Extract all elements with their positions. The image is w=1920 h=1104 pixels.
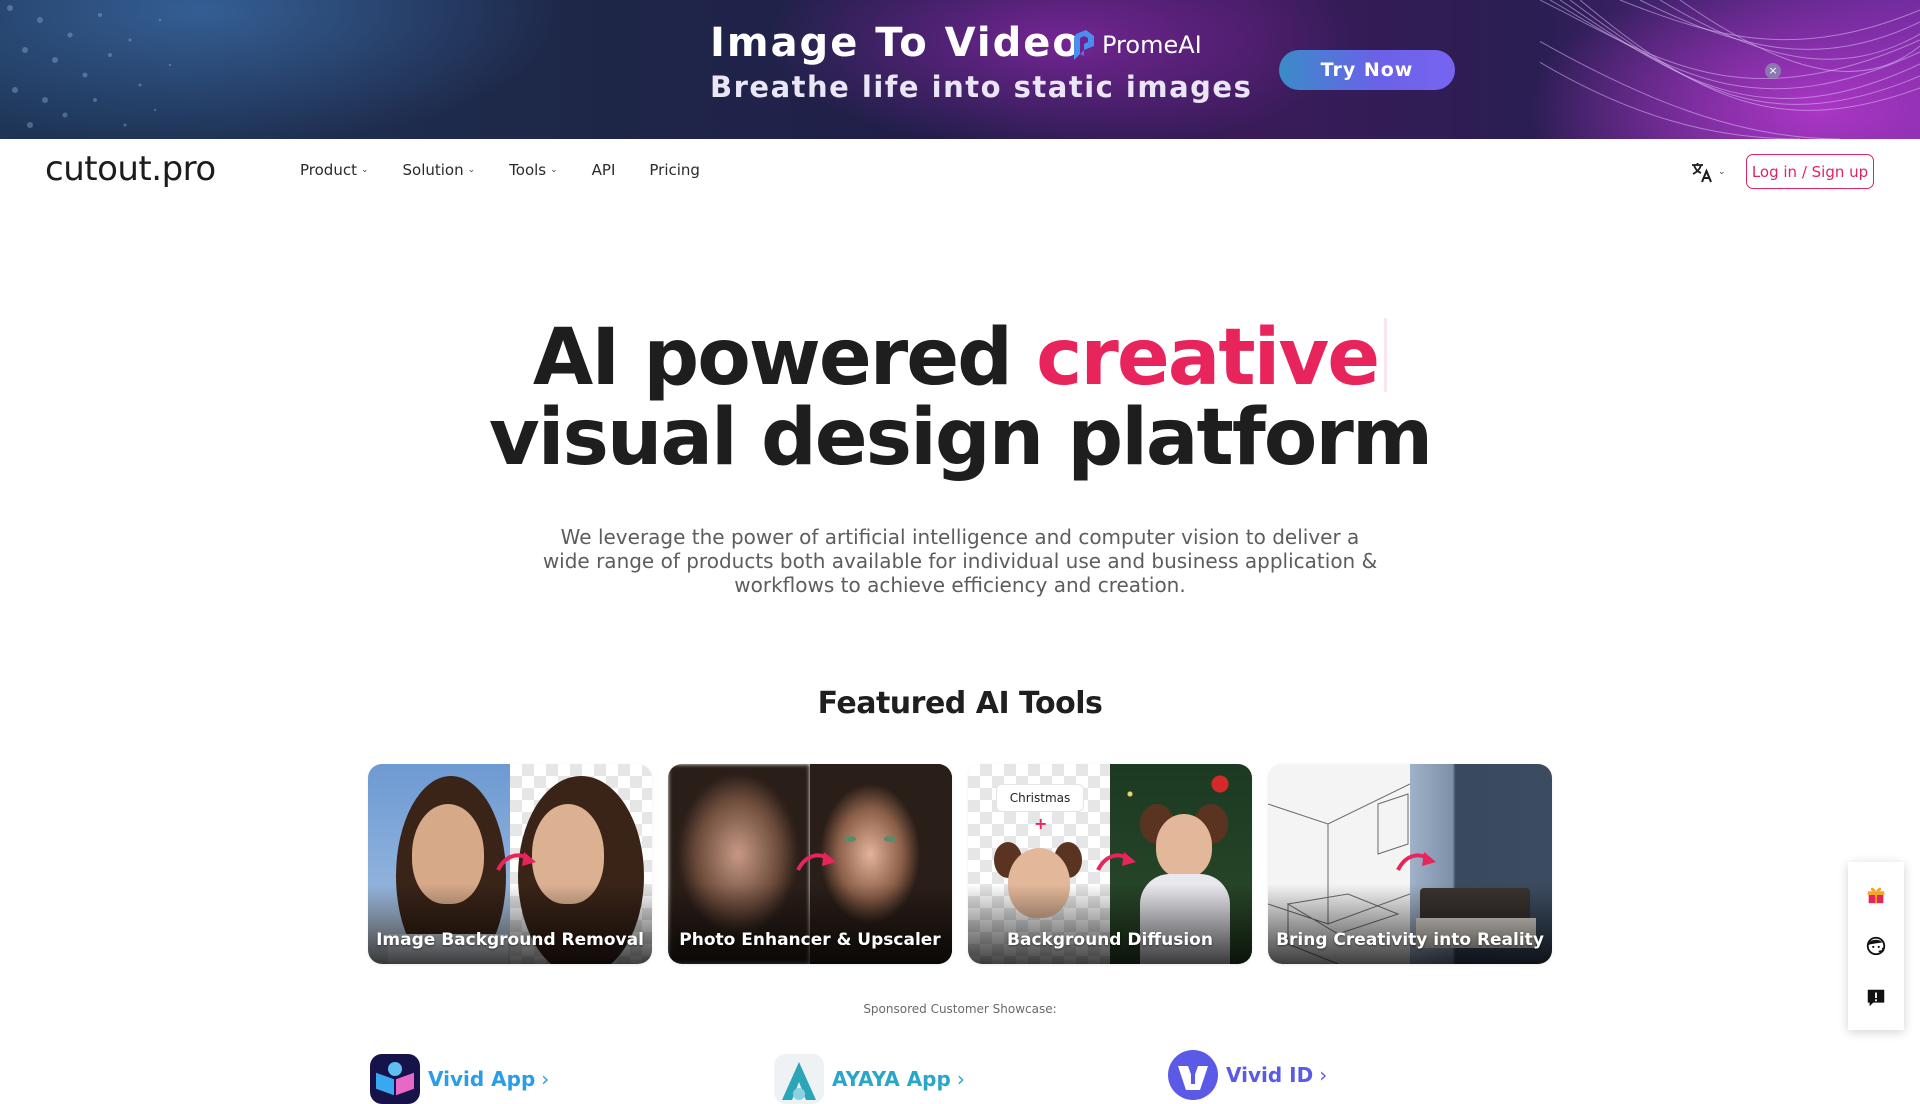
hero-description: We leverage the power of artificial inte…	[542, 525, 1378, 597]
wave-lines-decoration	[1540, 0, 1920, 139]
gift-button[interactable]	[1861, 879, 1891, 909]
nav-api-label: API	[591, 161, 616, 179]
promeai-brand: PromeAI	[1072, 30, 1202, 60]
top-navigation: cutout.pro Product ⌄ Solution ⌄ Tools ⌄ …	[0, 139, 1920, 205]
ayaya-app-link: AYAYA App ›	[832, 1067, 965, 1091]
nav-product[interactable]: Product ⌄	[300, 161, 369, 179]
banner-title: Image To Video	[710, 20, 1082, 66]
cutout-pro-logo[interactable]: cutout.pro	[45, 149, 216, 189]
sponsored-showcase-heading: Sponsored Customer Showcase:	[863, 1002, 1057, 1016]
nav-tools-label: Tools	[509, 161, 547, 179]
promeai-logo-icon	[1074, 30, 1094, 60]
chevron-down-icon: ⌄	[550, 165, 558, 175]
vivid-app-icon	[370, 1054, 420, 1104]
nav-pricing-label: Pricing	[649, 161, 700, 179]
nav-api[interactable]: API	[592, 161, 616, 179]
try-now-button[interactable]: Try Now	[1279, 50, 1455, 90]
hero-title-part1: AI powered	[532, 313, 1037, 403]
chevron-right-icon: ›	[956, 1067, 965, 1091]
tool-card-creativity-reality[interactable]: Bring Creativity into Reality	[1268, 764, 1552, 964]
typing-caret	[1384, 318, 1388, 392]
customer-support-icon	[1866, 936, 1886, 956]
feedback-icon	[1867, 989, 1885, 1007]
plus-icon: +	[1034, 814, 1048, 833]
transform-arrow-icon	[496, 852, 536, 871]
vivid-id-icon	[1168, 1050, 1218, 1100]
featured-tools-title: Featured AI Tools	[817, 686, 1103, 721]
tool-card-label: Bring Creativity into Reality	[1276, 930, 1544, 950]
chevron-down-icon: ⌄	[360, 165, 369, 175]
hero-title: AI powered creative visual design platfo…	[0, 318, 1920, 478]
nav-solution[interactable]: Solution ⌄	[403, 161, 476, 179]
hero-title-accent: creative	[1036, 313, 1380, 403]
tool-card-label: Photo Enhancer & Upscaler	[679, 930, 941, 950]
nav-product-label: Product	[300, 161, 357, 179]
nav-solution-label: Solution	[402, 161, 464, 179]
tool-card-photo-enhancer[interactable]: Photo Enhancer & Upscaler	[668, 764, 952, 964]
vivid-id-link: Vivid ID ›	[1226, 1063, 1328, 1087]
chevron-down-icon: ⌄	[1718, 167, 1726, 177]
featured-tools-list: Image Background Removal Photo Enhancer …	[368, 764, 1552, 964]
ayaya-app-icon	[774, 1054, 824, 1104]
tool-card-background-diffusion[interactable]: Christmas + Background Diffusion	[968, 764, 1252, 964]
nav-pricing[interactable]: Pricing	[649, 161, 700, 179]
close-banner-icon[interactable]: ×	[1765, 63, 1781, 79]
floating-action-bar	[1848, 862, 1904, 1030]
banner-subtitle: Breathe life into static images	[710, 70, 1253, 104]
hero-title-line2: visual design platform	[488, 393, 1433, 483]
tool-card-label: Image Background Removal	[376, 930, 644, 950]
nav-links: Product ⌄ Solution ⌄ Tools ⌄ API Pricing	[300, 161, 734, 179]
transform-arrow-icon	[796, 852, 836, 871]
christmas-prompt-tag: Christmas	[996, 784, 1084, 812]
showcase-ayaya-app[interactable]: AYAYA App ›	[774, 1054, 965, 1104]
feedback-button[interactable]	[1861, 983, 1891, 1013]
chevron-right-icon: ›	[541, 1067, 550, 1091]
tool-card-background-removal[interactable]: Image Background Removal	[368, 764, 652, 964]
transform-arrow-icon	[1096, 852, 1136, 871]
login-signup-button[interactable]: Log in / Sign up	[1746, 154, 1874, 189]
dot-pattern-decoration	[7, 5, 172, 128]
translate-icon	[1692, 163, 1712, 183]
transform-arrow-icon	[1396, 852, 1436, 871]
showcase-vivid-id[interactable]: Vivid ID ›	[1168, 1050, 1327, 1100]
tool-card-label: Background Diffusion	[1007, 930, 1213, 950]
promo-banner[interactable]: Image To Video Breathe life into static …	[0, 0, 1920, 139]
language-selector[interactable]: ⌄	[1690, 160, 1726, 184]
chevron-right-icon: ›	[1319, 1063, 1328, 1087]
customer-support-button[interactable]	[1861, 931, 1891, 961]
chevron-down-icon: ⌄	[467, 165, 476, 175]
showcase-vivid-app[interactable]: Vivid App ›	[370, 1054, 549, 1104]
nav-tools[interactable]: Tools ⌄	[509, 161, 558, 179]
vivid-app-link: Vivid App ›	[428, 1067, 550, 1091]
gift-icon	[1867, 887, 1885, 904]
promeai-name: PromeAI	[1102, 31, 1202, 59]
